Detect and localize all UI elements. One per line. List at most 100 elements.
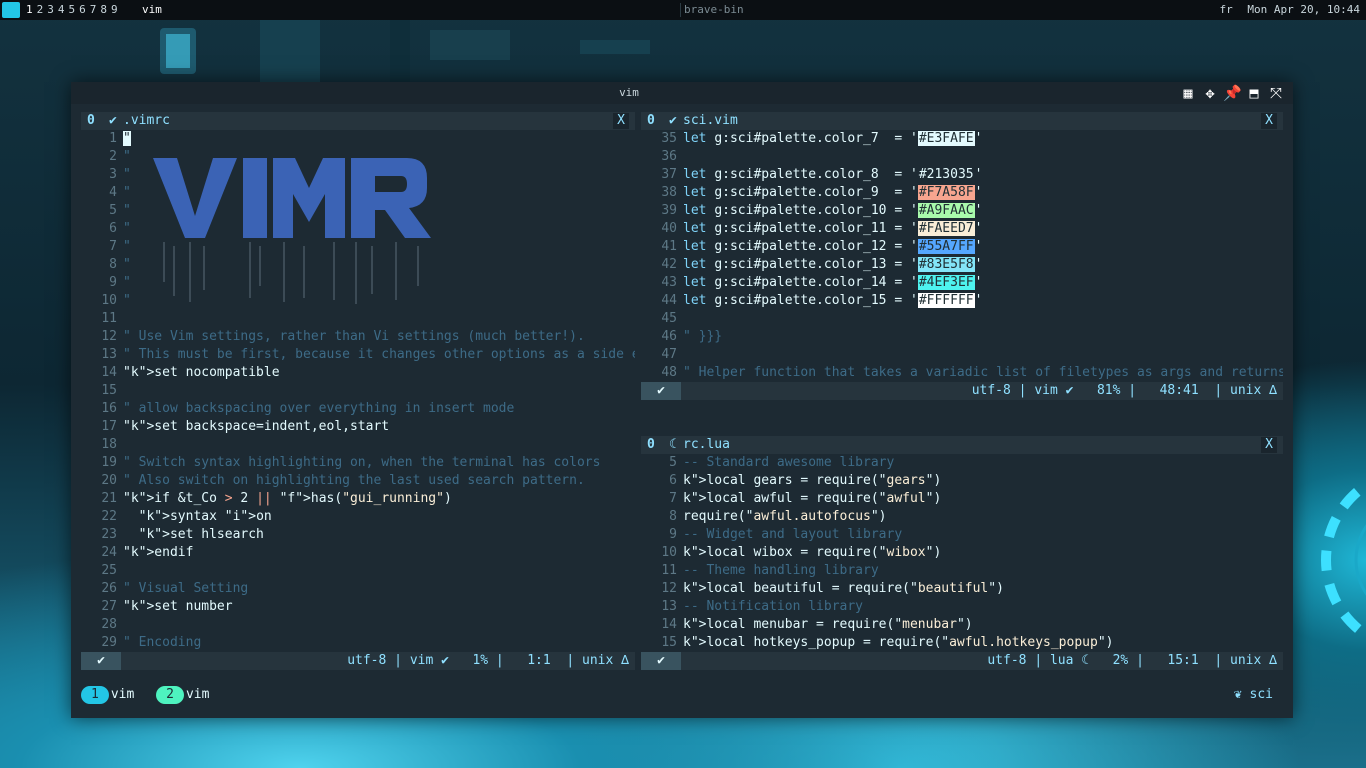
code-line[interactable]: 48 " Helper function that takes a variadi… (641, 364, 1283, 382)
code-line[interactable]: 13 " This must be first, because it chang… (81, 346, 635, 364)
tag-9[interactable]: 9 (111, 0, 122, 20)
code-line[interactable]: 36 (641, 148, 1283, 166)
code-line[interactable]: 6 k">local gears = require("gears") (641, 472, 1283, 490)
code-line[interactable]: 14 k">local menubar = require("menubar") (641, 616, 1283, 634)
code-line[interactable]: 16 " allow backspacing over everything in… (81, 400, 635, 418)
tag-3[interactable]: 3 (47, 0, 58, 20)
code-line[interactable]: 24 "k">endif (81, 544, 635, 562)
line-number: 27 (101, 599, 117, 614)
code-line[interactable]: 12 " Use Vim settings, rather than Vi set… (81, 328, 635, 346)
sci-vim-code[interactable]: 35 let g:sci#palette.color_7 = '#E3FAFE' 3… (641, 130, 1283, 382)
buffer-filename[interactable]: rc.lua (683, 436, 730, 454)
line-number: 11 (661, 563, 677, 578)
code-line[interactable]: 47 (641, 346, 1283, 364)
code-line[interactable]: 43 let g:sci#palette.color_14 = '#4EF3EF' (641, 274, 1283, 292)
maximize-icon[interactable]: ⬒ (1245, 84, 1263, 102)
code-line[interactable]: 8 require("awful.autofocus") (641, 508, 1283, 526)
grid-icon[interactable]: ▦ (1179, 84, 1197, 102)
terminal-window[interactable]: vim ▦ ✥ 📌 ⬒ ⤧ 0 ✔ .vimrc X 1 " 2 " 3 " 4 " 5 " 6 " 7… (71, 82, 1293, 718)
tag-7[interactable]: 7 (90, 0, 101, 20)
tag-4[interactable]: 4 (58, 0, 69, 20)
rc-lua-code[interactable]: 5 -- Standard awesome library 6 k">local ge… (641, 454, 1283, 652)
sci-vim-statusline: ✔ utf-8 | vim ✔ 81% | 48:41 | unix ∆ (641, 382, 1283, 400)
code-line[interactable]: 12 k">local beautiful = require("beautifu… (641, 580, 1283, 598)
window-titlebar[interactable]: vim ▦ ✥ 📌 ⬒ ⤧ (71, 82, 1293, 104)
fullscreen-icon[interactable]: ⤧ (1267, 84, 1285, 102)
cursor-position: 15:1 (1167, 653, 1199, 668)
close-buffer-button[interactable]: X (1261, 113, 1277, 129)
wallpaper-ring (1321, 479, 1366, 641)
code-line[interactable]: 23 "k">set hlsearch (81, 526, 635, 544)
code-line[interactable]: 15 k">local hotkeys_popup = require("awfu… (641, 634, 1283, 652)
move-icon[interactable]: ✥ (1201, 84, 1219, 102)
keyboard-layout[interactable]: fr (1220, 3, 1233, 16)
terminal-area[interactable]: 0 ✔ .vimrc X 1 " 2 " 3 " 4 " 5 " 6 " 7 " 8 " 9 " 10 " 11 12 " … (81, 112, 1283, 712)
code-line[interactable]: 13 -- Notification library (641, 598, 1283, 616)
code-line[interactable]: 26 " Visual Setting (81, 580, 635, 598)
code-line[interactable]: 20 " Also switch on highlighting the last… (81, 472, 635, 490)
code-line[interactable]: 17 "k">set backspace=indent,eol,start (81, 418, 635, 436)
code-line[interactable]: 10 k">local wibox = require("wibox") (641, 544, 1283, 562)
code-line[interactable]: 9 -- Widget and layout library (641, 526, 1283, 544)
line-number: 41 (661, 239, 677, 254)
tag-5[interactable]: 5 (69, 0, 80, 20)
buffer-filename[interactable]: .vimrc (123, 112, 170, 130)
clock[interactable]: Mon Apr 20, 10:44 (1247, 3, 1360, 16)
code-line[interactable]: 46 " }}} (641, 328, 1283, 346)
code-line[interactable]: 42 let g:sci#palette.color_13 = '#83E5F8' (641, 256, 1283, 274)
code-line[interactable]: 44 let g:sci#palette.color_15 = '#FFFFFF' (641, 292, 1283, 310)
focused-task-title[interactable]: brave-bin (684, 0, 1084, 20)
pin-icon[interactable]: 📌 (1223, 84, 1242, 102)
cursor-position: 48:41 (1159, 383, 1199, 398)
code-line[interactable]: 27 "k">set number (81, 598, 635, 616)
code-line[interactable]: 39 let g:sci#palette.color_10 = '#A9FAAC' (641, 202, 1283, 220)
tag-8[interactable]: 8 (100, 0, 111, 20)
code-line[interactable]: 45 (641, 310, 1283, 328)
line-number: 8 (109, 257, 117, 272)
file-type: vim (409, 653, 434, 668)
close-buffer-button[interactable]: X (1261, 437, 1277, 453)
line-number: 12 (101, 329, 117, 344)
code-line[interactable]: 41 let g:sci#palette.color_12 = '#55A7FF' (641, 238, 1283, 256)
lua-icon: ☾ (669, 437, 677, 452)
code-line[interactable]: 21 "k">if &t_Co > 2 || "f">has("gui_runni… (81, 490, 635, 508)
vimrc-status-info: utf-8 | vim ✔ 1% | 1:1 | unix ∆ (347, 653, 629, 668)
code-line[interactable]: 7 k">local awful = require("awful") (641, 490, 1283, 508)
awesome-logo-icon[interactable] (2, 2, 20, 18)
mode-check-icon: ✔ (81, 652, 121, 670)
code-line[interactable]: 28 (81, 616, 635, 634)
line-text: " (123, 275, 131, 290)
code-line[interactable]: 18 (81, 436, 635, 454)
tmux-window-1-name[interactable]: vim (111, 687, 134, 702)
line-number: 36 (661, 149, 677, 164)
code-line[interactable]: 38 let g:sci#palette.color_9 = '#F7A58F' (641, 184, 1283, 202)
line-number: 25 (101, 563, 117, 578)
code-line[interactable]: 37 let g:sci#palette.color_8 = '#213035' (641, 166, 1283, 184)
code-line[interactable]: 29 " Encoding (81, 634, 635, 652)
layout-indicator[interactable]: vim (142, 0, 162, 20)
code-line[interactable]: 5 -- Standard awesome library (641, 454, 1283, 472)
tmux-window-2-name[interactable]: vim (186, 687, 209, 702)
code-line[interactable]: 14 "k">set nocompatible (81, 364, 635, 382)
code-line[interactable]: 25 (81, 562, 635, 580)
code-line[interactable]: 11 (81, 310, 635, 328)
sci-vim-pane[interactable]: 0 ✔ sci.vim X 35 let g:sci#palette.color_… (641, 112, 1283, 400)
window-title: vim (619, 86, 639, 99)
buffer-filename[interactable]: sci.vim (683, 112, 738, 130)
tmux-window-2-index[interactable]: 2 (156, 686, 184, 704)
line-text: k">local menubar = require("menubar") (683, 617, 973, 632)
tag-2[interactable]: 2 (37, 0, 48, 20)
code-line[interactable]: 15 (81, 382, 635, 400)
code-line[interactable]: 22 "k">syntax "i">on (81, 508, 635, 526)
line-number: 39 (661, 203, 677, 218)
vimrc-pane[interactable]: 0 ✔ .vimrc X 1 " 2 " 3 " 4 " 5 " 6 " 7 " 8 " 9 " 10 " 11 12 " … (81, 112, 635, 670)
tag-6[interactable]: 6 (79, 0, 90, 20)
tag-1[interactable]: 1 (26, 0, 37, 20)
rc-lua-pane[interactable]: 0 ☾ rc.lua X 5 -- Standard awesome librar… (641, 436, 1283, 670)
code-line[interactable]: 19 " Switch syntax highlighting on, when … (81, 454, 635, 472)
code-line[interactable]: 40 let g:sci#palette.color_11 = '#FAEED7' (641, 220, 1283, 238)
tmux-window-1-index[interactable]: 1 (81, 686, 109, 704)
code-line[interactable]: 11 -- Theme handling library (641, 562, 1283, 580)
close-buffer-button[interactable]: X (613, 113, 629, 129)
code-line[interactable]: 35 let g:sci#palette.color_7 = '#E3FAFE' (641, 130, 1283, 148)
